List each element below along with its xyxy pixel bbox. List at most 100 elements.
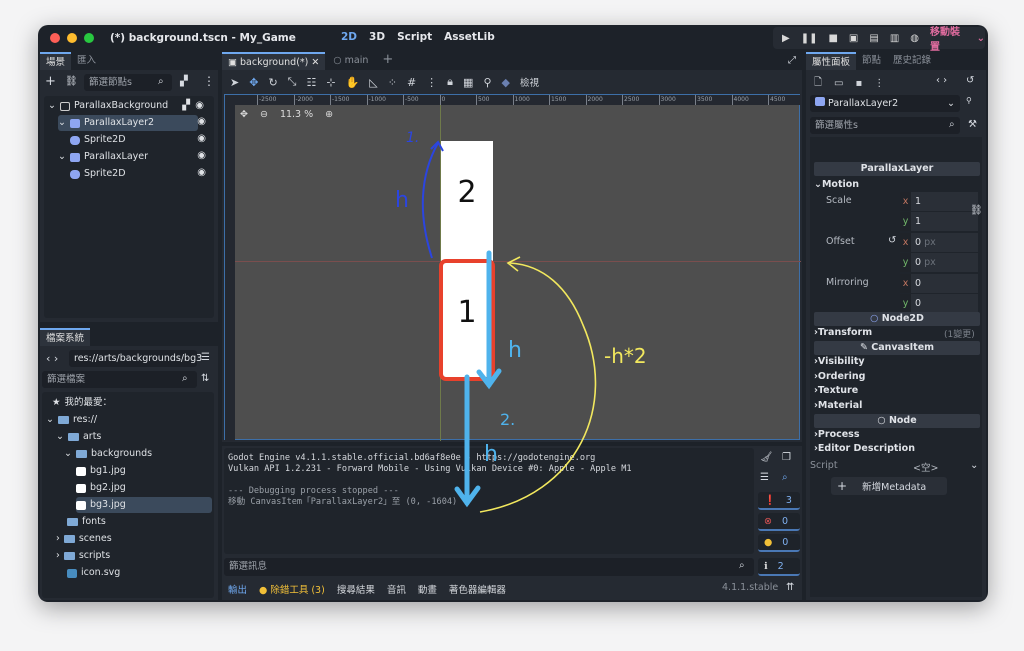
tab-node[interactable]: 節點 [856, 52, 887, 70]
pause-icon[interactable]: ❚❚ [801, 33, 818, 44]
mirroring-x-field[interactable]: x0 [900, 274, 978, 293]
messages-filter[interactable]: ❗ 3 [758, 492, 800, 510]
script-value[interactable]: <空> [913, 460, 938, 474]
camera-override-icon[interactable]: ◆ [502, 76, 510, 89]
visibility-icon[interactable]: ◉ [197, 116, 206, 127]
copy-icon[interactable]: ❐ [782, 452, 791, 463]
stop-icon[interactable]: ■ [828, 33, 837, 44]
mirroring-y-field[interactable]: y0 [900, 294, 978, 313]
pan-tool-icon[interactable]: ✋ [346, 76, 360, 89]
section-texture[interactable]: ›Texture [814, 385, 858, 396]
bone-icon[interactable]: ⚲ [483, 76, 491, 89]
workspace-2d[interactable]: 2D [341, 31, 357, 43]
link-icon[interactable]: ⛓ [970, 205, 983, 216]
split-view-icon[interactable]: ☰ [201, 352, 210, 363]
tab-main[interactable]: ○ main [327, 52, 374, 70]
tree-item-selected[interactable]: ⌄ ParallaxLayer2 [58, 115, 198, 131]
pivot-icon[interactable]: ⊹ [326, 76, 335, 89]
collapse-icon[interactable]: ☰ [760, 472, 769, 483]
errors-filter[interactable]: ⊗ 0 [758, 513, 800, 531]
doc-icon[interactable]: ⚲ [966, 96, 972, 105]
tree-item[interactable]: Sprite2D [70, 132, 210, 148]
rotate-tool-icon[interactable]: ↻ [268, 76, 277, 89]
offset-y-field[interactable]: y0 px [900, 253, 978, 272]
zoom-in-icon[interactable]: ⊕ [325, 109, 333, 120]
section-process[interactable]: ›Process [814, 429, 859, 440]
history-icon[interactable]: ↺ [966, 75, 974, 86]
movie-icon[interactable]: ◍ [910, 33, 919, 44]
workspace-3d[interactable]: 3D [369, 31, 385, 43]
sort-icon[interactable]: ⇅ [201, 373, 209, 384]
tree-item[interactable]: ⌄ ParallaxBackground ▞ ◉ [48, 98, 212, 114]
info-filter[interactable]: ℹ2 [758, 558, 800, 576]
file-item[interactable]: bg2.jpg [76, 480, 126, 496]
move-tool-icon[interactable]: ✥ [249, 76, 258, 89]
sprite-bg1-selected[interactable]: 1 [439, 259, 495, 381]
file-item[interactable]: icon.svg [56, 565, 120, 581]
file-item-selected[interactable]: bg3.jpg [76, 497, 212, 513]
new-resource-icon[interactable]: 🗋︎ [814, 75, 822, 92]
close-tab-icon[interactable]: ✕ [311, 57, 319, 68]
section-transform[interactable]: ›Transform [814, 327, 872, 338]
history-nav-icon[interactable]: ‹ › [936, 75, 947, 86]
favorites-item[interactable]: ★ 我的最愛： [52, 395, 112, 411]
file-filter-input[interactable]: 篩選檔案 [42, 371, 197, 388]
tree-item[interactable]: ⌄ ParallaxLayer [58, 149, 198, 165]
viewport[interactable]: -2500 -2000 -1500 -1000 -500 0 500 1000 1500 2000… [224, 94, 801, 441]
view-menu[interactable]: 檢視 [520, 75, 539, 89]
more-icon[interactable]: ⋮ [203, 74, 215, 88]
tree-item[interactable]: Sprite2D [70, 166, 210, 182]
tab-shader-editor[interactable]: 著色器編輯器 [449, 582, 506, 596]
more-icon[interactable]: ⋮ [426, 76, 437, 89]
section-ordering[interactable]: ›Ordering [814, 371, 865, 382]
file-item[interactable]: bg1.jpg [76, 463, 126, 479]
section-visibility[interactable]: ›Visibility [814, 356, 865, 367]
close-button[interactable] [50, 33, 60, 43]
path-field[interactable]: res://arts/backgrounds/bg3 [69, 350, 202, 367]
back-icon[interactable]: ‹ › [46, 352, 58, 365]
more-icon[interactable]: ⋮ [874, 78, 884, 89]
distraction-free-icon[interactable]: ⤢ [788, 55, 796, 66]
chevron-down-icon[interactable]: ⌄ [977, 33, 985, 44]
section-motion[interactable]: ⌄Motion [814, 179, 859, 190]
visibility-icon[interactable]: ◉ [197, 167, 206, 178]
visibility-icon[interactable]: ◉ [197, 150, 206, 161]
new-tab-button[interactable]: + [376, 52, 399, 70]
save-icon[interactable]: ▪ [856, 78, 863, 89]
section-editor-description[interactable]: ›Editor Description [814, 443, 915, 454]
search-toggle-icon[interactable]: ⌕ [782, 472, 788, 483]
pin-panel-icon[interactable]: ⇈ [786, 582, 794, 593]
tab-inspector[interactable]: 屬性面板 [806, 52, 857, 70]
warnings-filter[interactable]: ● 0 [758, 534, 800, 552]
revert-icon[interactable]: ↺ [888, 235, 896, 246]
visibility-icon[interactable]: ◉ [197, 133, 206, 144]
workspace-script[interactable]: Script [397, 31, 432, 43]
tab-output[interactable]: 輸出 [228, 582, 247, 596]
folder-item[interactable]: › scripts [56, 548, 110, 564]
visibility-icon[interactable]: ◉ [195, 98, 204, 114]
property-filter-input[interactable]: 篩選屬性s [810, 117, 960, 134]
scale-x-field[interactable]: x1 [900, 192, 978, 211]
add-script-icon[interactable]: ▞ [180, 76, 188, 87]
maximize-button[interactable] [84, 33, 94, 43]
run-custom-icon[interactable]: ▥ [890, 33, 899, 44]
folder-item[interactable]: fonts [56, 514, 106, 530]
tab-scene[interactable]: 場景 [40, 52, 72, 70]
smart-snap-icon[interactable]: ⁘ [388, 76, 397, 89]
folder-item[interactable]: › scenes [56, 531, 112, 547]
folder-item[interactable]: ⌄ arts [56, 429, 101, 445]
add-metadata-button[interactable]: + 新增Metadata [831, 477, 947, 495]
grid-snap-icon[interactable]: # [407, 76, 416, 89]
zoom-level[interactable]: 11.3 % [280, 109, 313, 120]
tab-background[interactable]: ▣ background(*) ✕ [222, 52, 326, 70]
chevron-down-icon[interactable]: ⌄ [970, 460, 978, 471]
group-icon[interactable]: ▦ [463, 76, 473, 89]
scale-y-field[interactable]: y1 [900, 212, 978, 231]
tools-icon[interactable]: ⚒ [968, 119, 977, 130]
tab-animation[interactable]: 動畫 [418, 582, 437, 596]
play-icon[interactable]: ▶ [782, 33, 790, 44]
tab-debugger[interactable]: ● 除錯工具 (3) [259, 582, 325, 596]
open-folder-icon[interactable]: ▭ [834, 78, 843, 89]
message-filter-input[interactable]: 篩選訊息 [224, 558, 754, 576]
script-icon[interactable]: ▞ [182, 98, 190, 114]
